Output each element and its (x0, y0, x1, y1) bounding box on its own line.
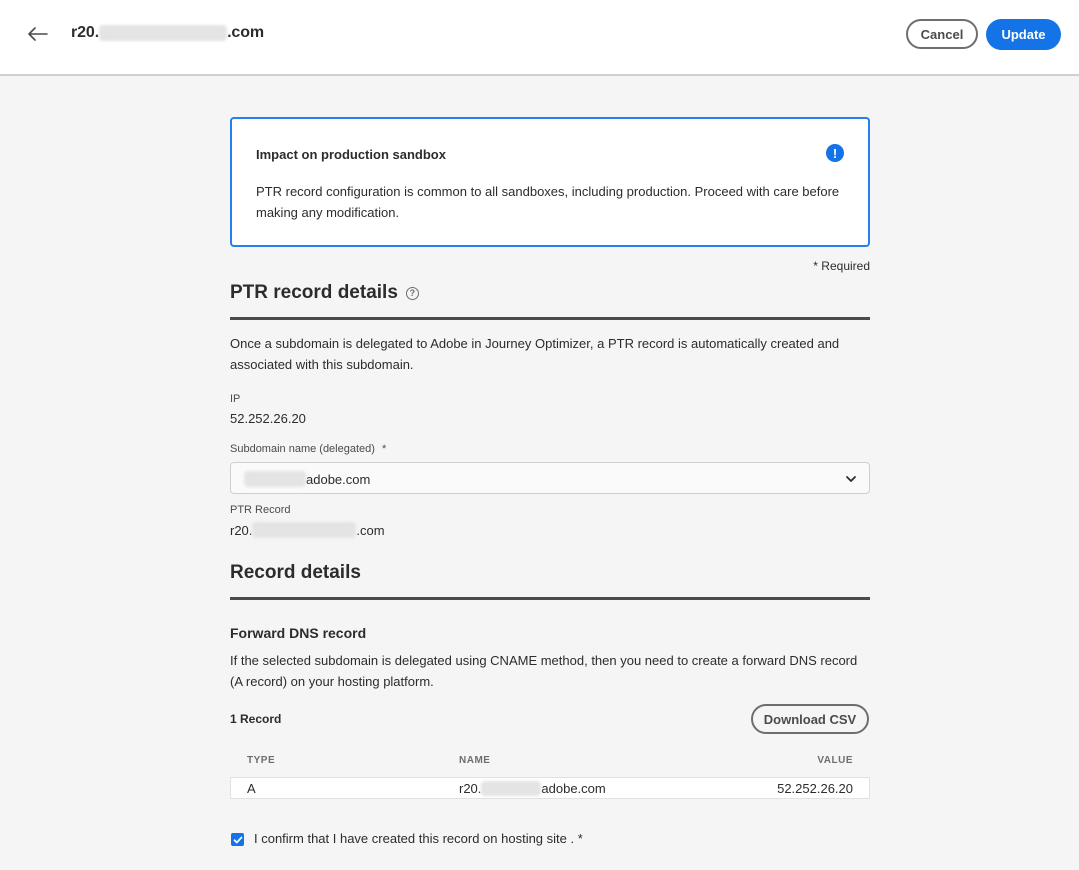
column-header-name: NAME (459, 755, 491, 766)
forward-dns-description: If the selected subdomain is delegated u… (230, 653, 858, 689)
ptr-record-label: PTR Record (230, 504, 291, 516)
cell-name-prefix: r20. (459, 781, 482, 796)
subdomain-value-suffix: adobe.com (306, 471, 371, 487)
redacted-text (99, 25, 228, 41)
column-header-type: TYPE (247, 755, 276, 766)
record-section-title: Record details (230, 562, 361, 583)
page-title-prefix: r20. (71, 24, 100, 41)
cell-type: A (247, 781, 256, 796)
alert-body: PTR record configuration is common to al… (256, 184, 840, 220)
confirm-label: I confirm that I have created this recor… (254, 831, 583, 846)
chevron-down-icon (846, 476, 856, 482)
ptr-record-value: r20. .com (230, 522, 385, 538)
ip-value: 52.252.26.20 (230, 411, 306, 426)
ptr-record-prefix: r20. (230, 522, 253, 538)
ptr-description: Once a subdomain is delegated to Adobe i… (230, 336, 840, 372)
subdomain-label: Subdomain name (delegated) * (230, 443, 386, 455)
cell-value: 52.252.26.20 (777, 781, 853, 796)
ptr-record-suffix: .com (356, 522, 385, 538)
cell-name-suffix: adobe.com (541, 781, 606, 796)
alert-title: Impact on production sandbox (256, 147, 446, 162)
page-title-suffix: .com (227, 24, 265, 41)
alert-info-icon: ! (826, 144, 844, 162)
redacted-text (244, 471, 306, 487)
ptr-section-title: PTR record details ? (230, 282, 419, 304)
back-arrow-icon[interactable] (27, 23, 49, 45)
page-title: r20. .com (71, 24, 264, 42)
table-row: A r20. adobe.com 52.252.26.20 (230, 777, 870, 799)
section-divider (230, 597, 870, 600)
ip-label: IP (230, 393, 241, 405)
record-count: 1 Record (230, 712, 282, 726)
update-button[interactable]: Update (986, 19, 1061, 50)
cell-name: r20. adobe.com (459, 781, 606, 796)
section-divider (230, 317, 870, 320)
production-sandbox-alert: Impact on production sandbox ! PTR recor… (230, 117, 870, 247)
forward-dns-title: Forward DNS record (230, 625, 367, 641)
required-note: * Required (813, 259, 870, 273)
redacted-text (481, 781, 542, 796)
confirm-checkbox[interactable] (231, 833, 244, 846)
column-header-value: VALUE (817, 755, 853, 766)
top-bar: r20. .com Cancel Update (0, 0, 1079, 76)
redacted-text (252, 522, 357, 538)
help-icon[interactable]: ? (405, 286, 419, 300)
checkmark-icon (233, 836, 242, 843)
subdomain-select[interactable]: adobe.com (230, 462, 870, 494)
download-csv-button[interactable]: Download CSV (751, 704, 869, 734)
cancel-button[interactable]: Cancel (906, 19, 978, 49)
subdomain-select-value: adobe.com (244, 471, 370, 487)
subdomain-label-text: Subdomain name (delegated) (230, 443, 375, 455)
required-mark: * (382, 443, 387, 455)
ptr-section-title-text: PTR record details (230, 282, 398, 303)
